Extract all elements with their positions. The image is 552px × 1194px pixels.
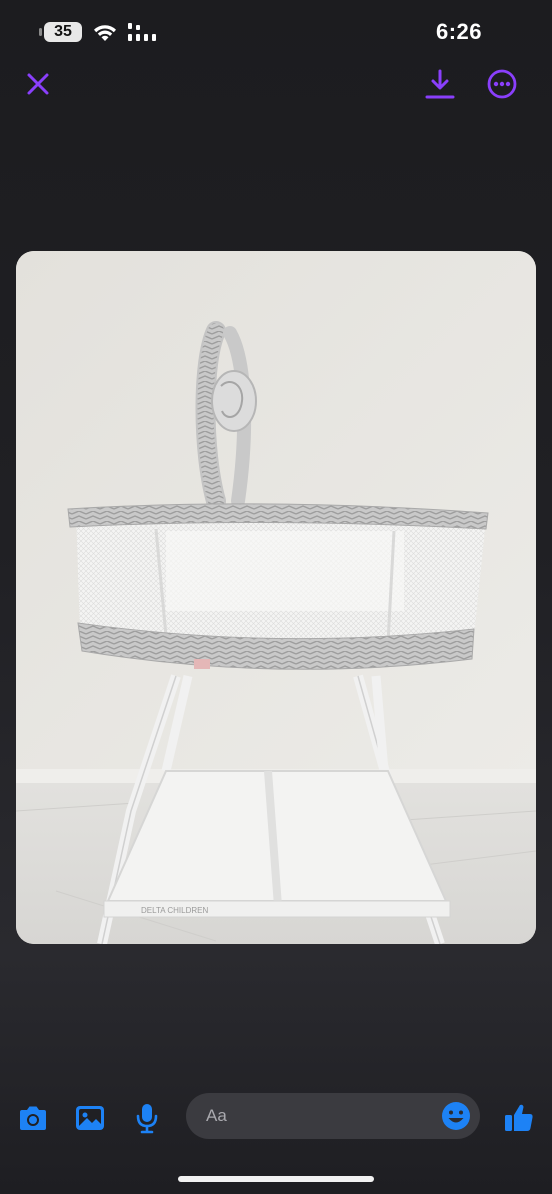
battery-level: 35	[54, 23, 72, 40]
message-composer	[0, 1088, 552, 1148]
thumbs-up-icon	[505, 1104, 533, 1131]
bassinet-photo: DELTA CHILDREN	[16, 251, 536, 944]
emoji-button[interactable]	[440, 1100, 472, 1132]
wifi-icon	[94, 25, 116, 41]
shared-photo[interactable]: DELTA CHILDREN	[16, 251, 536, 944]
microphone-icon	[136, 1104, 158, 1134]
brand-label: DELTA CHILDREN	[141, 906, 208, 915]
message-box	[186, 1093, 480, 1139]
download-button[interactable]	[420, 64, 460, 104]
camera-icon	[20, 1106, 46, 1130]
home-indicator[interactable]	[178, 1176, 374, 1182]
gallery-icon	[76, 1106, 104, 1130]
camera-button[interactable]	[17, 1102, 49, 1134]
status-bar: 35 6:26	[0, 0, 552, 64]
like-button[interactable]	[503, 1102, 535, 1134]
microphone-button[interactable]	[131, 1102, 163, 1134]
more-options-icon	[487, 69, 517, 99]
more-options-button[interactable]	[482, 64, 522, 104]
clock: 6:26	[435, 19, 482, 44]
message-input[interactable]	[206, 1093, 426, 1139]
close-icon	[27, 73, 49, 95]
gallery-button[interactable]	[74, 1102, 106, 1134]
download-icon	[425, 69, 455, 99]
close-button[interactable]	[18, 64, 58, 104]
emoji-icon	[442, 1102, 470, 1130]
battery-indicator: 35	[39, 22, 82, 42]
cellular-signal-icon	[128, 23, 156, 41]
